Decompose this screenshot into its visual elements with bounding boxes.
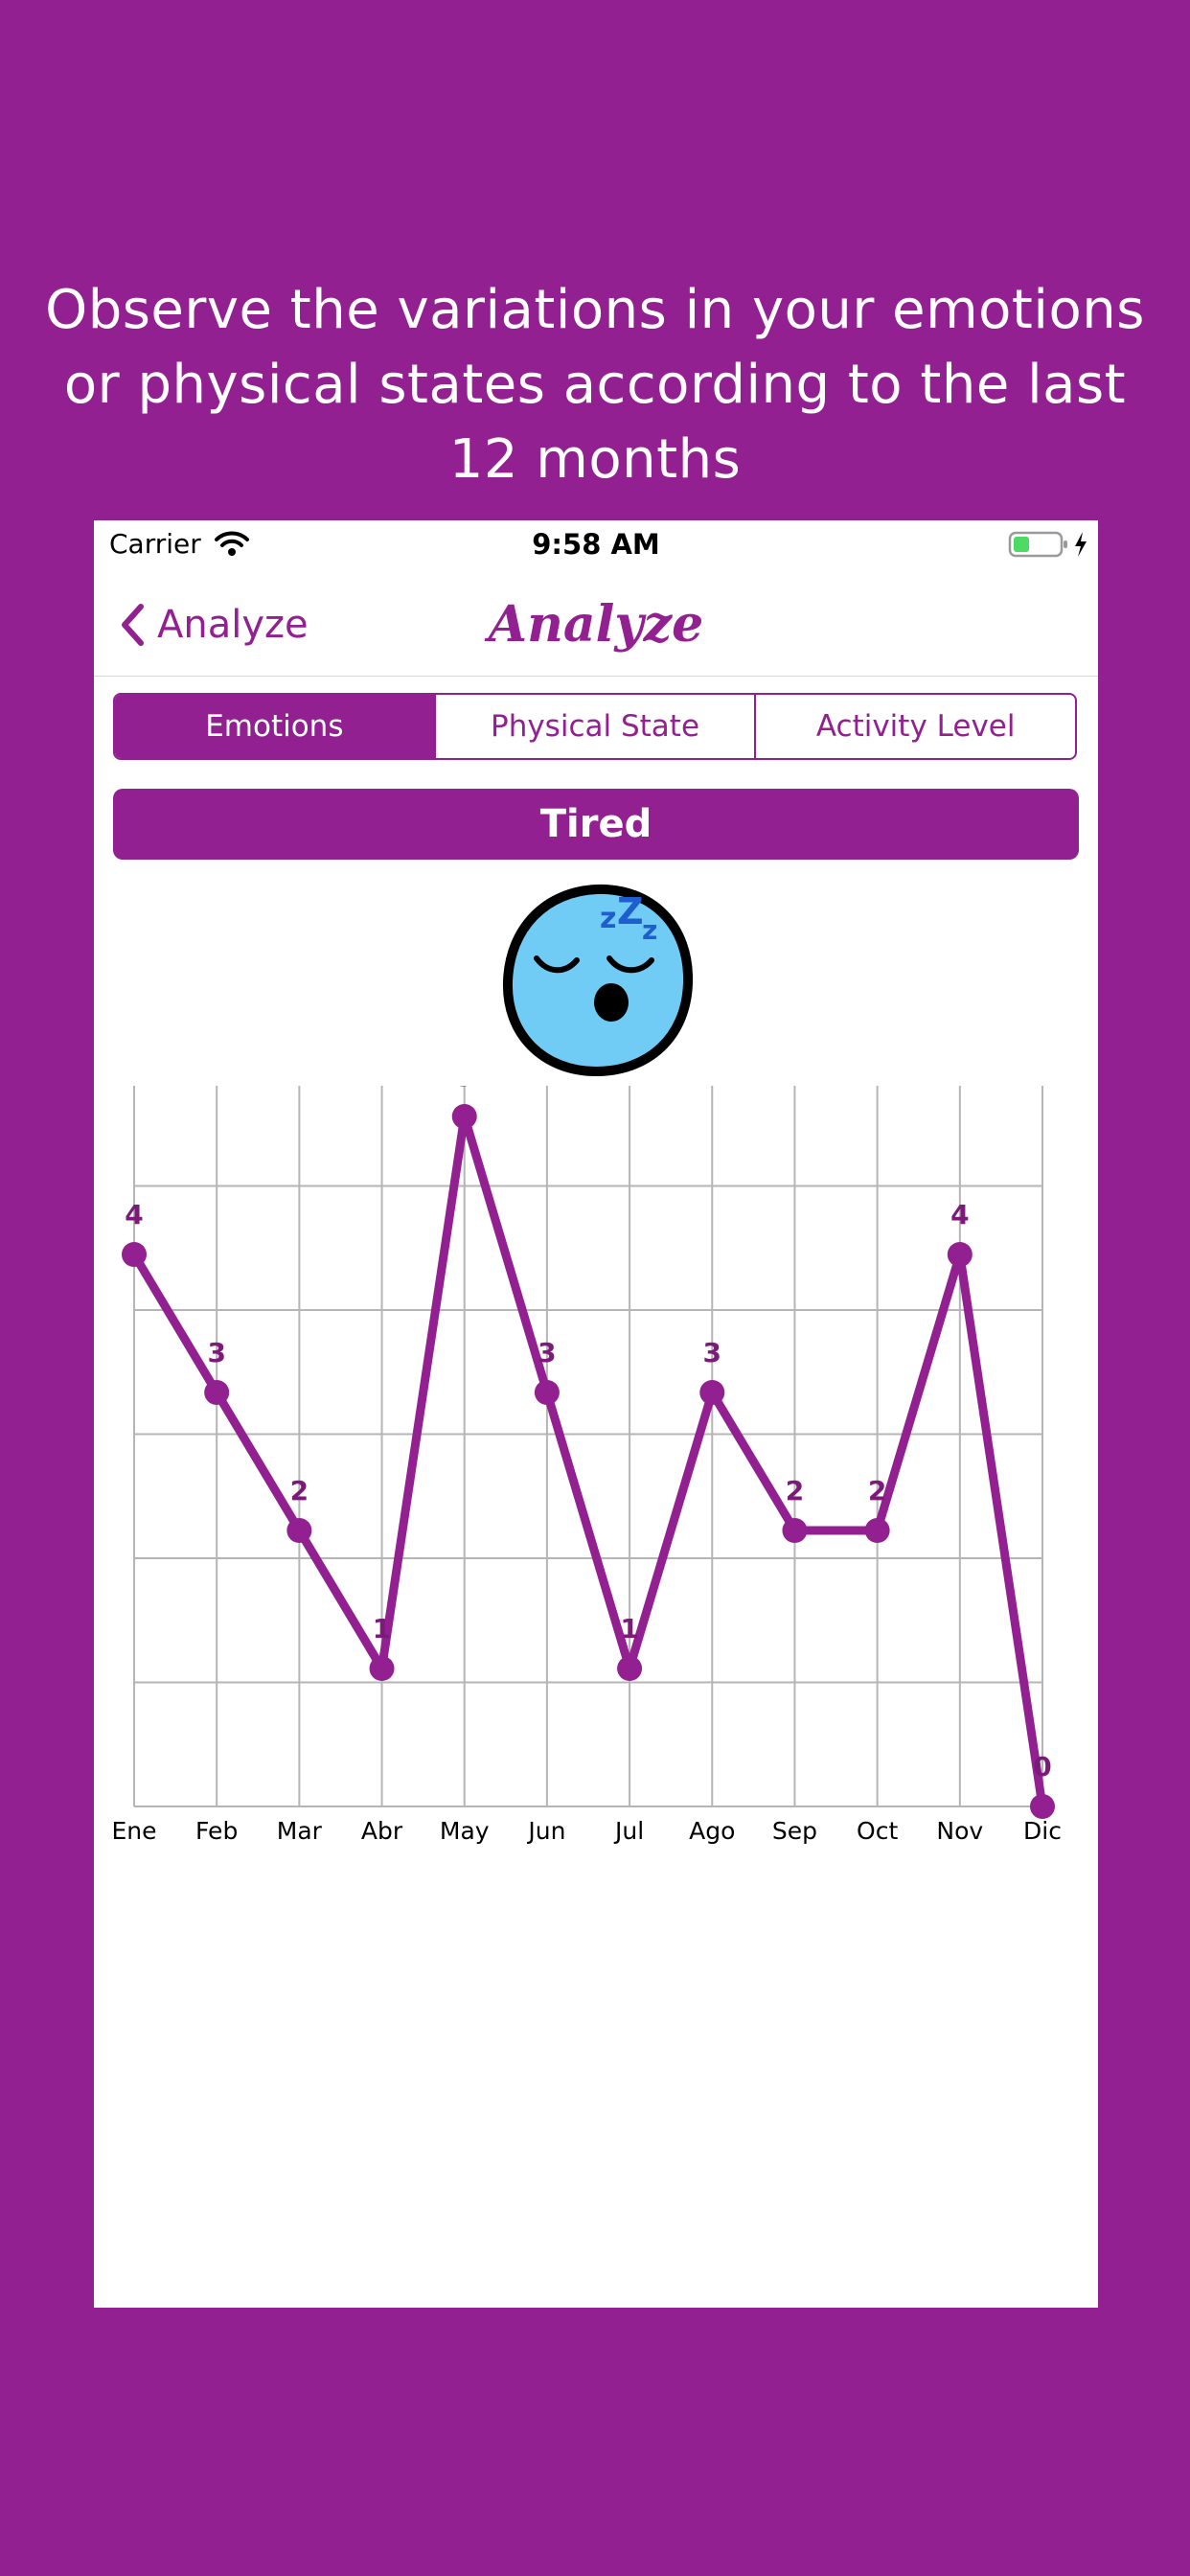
data-point xyxy=(122,1242,147,1267)
x-tick-label: Sep xyxy=(772,1817,817,1845)
navigation-bar: Analyze Analyze xyxy=(94,570,1098,677)
phone-screen: Carrier 9:58 AM Analyze Analyze Emotions… xyxy=(94,520,1098,2308)
tab-physical-state[interactable]: Physical State xyxy=(433,695,755,758)
x-tick-label: May xyxy=(440,1817,490,1845)
data-label: 3 xyxy=(703,1337,721,1368)
status-time: 9:58 AM xyxy=(532,528,660,561)
series-line xyxy=(130,1112,1047,1807)
data-point xyxy=(286,1518,312,1543)
promo-headline: Observe the variations in your emotions … xyxy=(45,279,1145,491)
status-bar: Carrier 9:58 AM xyxy=(94,520,1098,570)
data-point xyxy=(699,1380,725,1405)
data-label: 2 xyxy=(786,1475,804,1506)
data-label: 3 xyxy=(538,1337,556,1368)
data-point xyxy=(947,1242,973,1267)
x-tick-label: Ago xyxy=(689,1817,735,1845)
x-tick-label: Oct xyxy=(857,1817,898,1845)
data-label: 2 xyxy=(290,1475,309,1506)
data-point xyxy=(451,1104,477,1129)
monthly-line-chart: 4 3 2 1 5 3 1 3 2 2 4 0 Ene Feb Mar Abr May Jun Jul Ago Sep O… xyxy=(111,1086,1062,1845)
battery-icon xyxy=(1008,531,1067,558)
svg-text:Z: Z xyxy=(617,890,644,932)
data-label: 2 xyxy=(868,1475,886,1506)
x-tick-label: Ene xyxy=(111,1817,156,1845)
data-point xyxy=(864,1518,890,1543)
sleeping-face-icon: z Z z xyxy=(502,884,694,1077)
charging-bolt-icon xyxy=(1075,532,1087,557)
state-selector-button[interactable]: Tired xyxy=(113,789,1079,860)
tab-emotions[interactable]: Emotions xyxy=(115,695,434,758)
data-point xyxy=(534,1380,560,1405)
data-label: 4 xyxy=(125,1199,143,1230)
x-tick-label: Abr xyxy=(361,1817,403,1845)
x-tick-label: Jul xyxy=(613,1817,644,1845)
data-label: 1 xyxy=(373,1613,391,1644)
svg-text:z: z xyxy=(642,914,657,946)
data-point xyxy=(204,1380,230,1405)
data-point xyxy=(1030,1794,1055,1819)
x-tick-label: Mar xyxy=(277,1817,323,1845)
svg-text:z: z xyxy=(600,902,616,935)
x-tick-label: Nov xyxy=(936,1817,983,1845)
data-point xyxy=(617,1656,643,1681)
x-tick-label: Dic xyxy=(1023,1817,1062,1845)
data-point xyxy=(369,1656,395,1681)
category-segmented-control: Emotions Physical State Activity Level xyxy=(113,693,1077,760)
data-label: 5 xyxy=(455,1086,473,1092)
x-tick-label: Feb xyxy=(195,1817,238,1845)
x-tick-label: Jun xyxy=(526,1817,565,1845)
data-label: 1 xyxy=(620,1613,638,1644)
data-point xyxy=(782,1518,808,1543)
data-label: 4 xyxy=(950,1199,969,1230)
data-label: 0 xyxy=(1033,1751,1051,1782)
tab-activity-level[interactable]: Activity Level xyxy=(754,695,1075,758)
data-label: 3 xyxy=(207,1337,225,1368)
page-title: Analyze xyxy=(488,595,704,654)
